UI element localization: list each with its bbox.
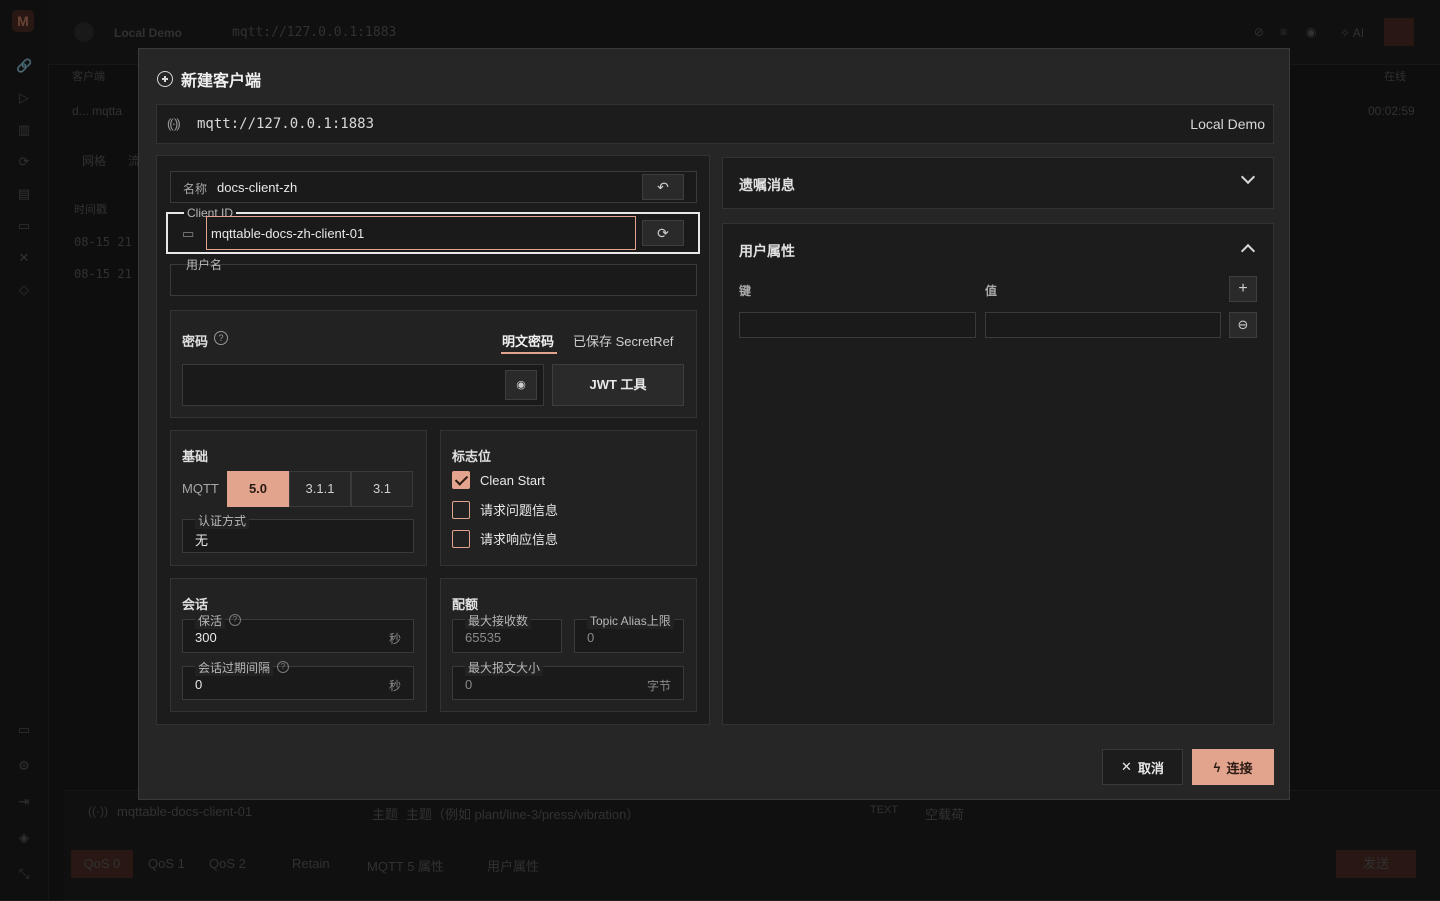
username-label: 用户名 xyxy=(186,258,223,272)
mqtt-version-31[interactable]: 3.1 xyxy=(351,471,413,507)
flags-section: 标志位 Clean Start 请求问题信息 请求响应信息 xyxy=(440,430,697,566)
help-icon[interactable]: ? xyxy=(214,331,228,345)
auth-select[interactable]: 认证方式 无 xyxy=(182,512,414,553)
mqtt-label: MQTT xyxy=(182,481,219,496)
user-properties-title: 用户属性 xyxy=(739,243,795,259)
refresh-icon: ⟳ xyxy=(657,225,669,241)
session-title: 会话 xyxy=(182,597,209,612)
devices-icon: ▭ xyxy=(182,226,195,241)
connection-url: mqtt://127.0.0.1:1883 xyxy=(197,116,375,132)
minus-circle-icon: ⊖ xyxy=(1237,317,1249,332)
clean-start-flag[interactable]: Clean Start xyxy=(452,471,545,489)
session-expiry-field[interactable]: 会话过期间隔 ? 0 秒 xyxy=(182,659,414,700)
auth-value[interactable]: 无 xyxy=(195,530,208,549)
session-expiry-unit: 秒 xyxy=(388,679,401,693)
regenerate-button[interactable]: ⟳ xyxy=(642,220,684,246)
topic-alias-label: Topic Alias上限 xyxy=(587,612,674,629)
add-property-button[interactable]: + xyxy=(1229,276,1257,302)
basics-section: 基础 MQTT 5.0 3.1.1 3.1 认证方式 无 xyxy=(170,430,427,566)
max-packet-value[interactable]: 0 xyxy=(465,677,472,692)
dialog-title: 新建客户端 xyxy=(181,73,262,90)
request-response-info-flag[interactable]: 请求响应信息 xyxy=(452,529,558,548)
max-packet-unit: 字节 xyxy=(646,679,671,693)
flag-label: 请求问题信息 xyxy=(480,503,559,518)
max-packet-label: 最大报文大小 xyxy=(465,659,544,676)
tab-saved-secret[interactable]: 已保存 SecretRef xyxy=(573,331,673,350)
keepalive-value[interactable]: 300 xyxy=(195,630,217,645)
value-column-label: 值 xyxy=(985,284,998,298)
will-message-title: 遗嘱消息 xyxy=(739,177,795,193)
flags-title: 标志位 xyxy=(452,449,492,464)
flag-label: Clean Start xyxy=(480,472,546,488)
connection-name: Local Demo xyxy=(1190,116,1265,132)
dialog-header: 新建客户端 xyxy=(157,67,261,91)
password-section: 密码 ? 明文密码 已保存 SecretRef ◉ JWT 工具 xyxy=(170,310,697,418)
plus-icon: + xyxy=(1238,280,1248,297)
close-icon: ✕ xyxy=(1121,759,1132,774)
session-expiry-value[interactable]: 0 xyxy=(195,677,202,692)
max-packet-field[interactable]: 最大报文大小 0 字节 xyxy=(452,659,684,700)
receive-max-field[interactable]: 最大接收数 65535 xyxy=(452,612,562,653)
broadcast-icon: ((·)) xyxy=(167,116,181,131)
client-id-field[interactable]: Client ID ▭ mqttable-docs-zh-client-01 ⟳ xyxy=(166,206,700,254)
flag-label: 请求响应信息 xyxy=(480,532,559,547)
jwt-tool-button[interactable]: JWT 工具 xyxy=(552,364,684,406)
checkbox[interactable] xyxy=(452,500,470,519)
chevron-up-icon[interactable] xyxy=(1240,243,1256,259)
topic-alias-field[interactable]: Topic Alias上限 0 xyxy=(574,612,684,653)
name-label: 名称 xyxy=(183,182,208,196)
show-password-button[interactable]: ◉ xyxy=(505,370,537,400)
request-problem-info-flag[interactable]: 请求问题信息 xyxy=(452,500,558,519)
client-id-value[interactable]: mqttable-docs-zh-client-01 xyxy=(211,226,364,241)
user-properties-section: 用户属性 键 值 + ⊖ xyxy=(722,223,1274,725)
mqtt-version-5[interactable]: 5.0 xyxy=(227,471,289,507)
quota-title: 配额 xyxy=(452,597,479,612)
receive-max-label: 最大接收数 xyxy=(465,612,532,629)
client-id-input[interactable]: mqttable-docs-zh-client-01 xyxy=(206,216,636,250)
remove-property-button[interactable]: ⊖ xyxy=(1229,312,1257,338)
will-message-section[interactable]: 遗嘱消息 xyxy=(722,157,1274,209)
keepalive-unit: 秒 xyxy=(388,632,401,646)
add-circle-icon xyxy=(157,71,173,87)
client-settings-panel: 名称 docs-client-zh ↶ Client ID ▭ mqttable… xyxy=(156,155,710,725)
property-key-input[interactable] xyxy=(739,312,976,338)
name-field[interactable]: 名称 docs-client-zh ↶ xyxy=(170,171,697,203)
username-field[interactable]: 用户名 xyxy=(170,258,697,296)
connect-label: 连接 xyxy=(1226,760,1253,776)
keepalive-field[interactable]: 保活 ? 300 秒 xyxy=(182,612,414,653)
new-client-dialog: 新建客户端 ((·)) mqtt://127.0.0.1:1883 Local … xyxy=(138,48,1290,800)
connection-bar: ((·)) mqtt://127.0.0.1:1883 Local Demo xyxy=(156,104,1274,144)
connect-button[interactable]: ϟ 连接 xyxy=(1192,749,1274,785)
mqtt-version-311[interactable]: 3.1.1 xyxy=(289,471,351,507)
tab-indicator xyxy=(501,352,557,354)
property-value-input[interactable] xyxy=(985,312,1221,338)
keepalive-label: 保活 xyxy=(195,612,226,629)
quota-section: 配额 最大接收数 65535 Topic Alias上限 0 最大报文大小 0 … xyxy=(440,578,697,712)
auth-label: 认证方式 xyxy=(195,512,250,529)
basics-title: 基础 xyxy=(182,449,209,464)
lightning-icon: ϟ xyxy=(1213,759,1221,775)
key-column-label: 键 xyxy=(739,284,752,298)
chevron-down-icon[interactable] xyxy=(1240,169,1256,185)
undo-button[interactable]: ↶ xyxy=(642,174,684,200)
tab-plain-password[interactable]: 明文密码 xyxy=(502,331,554,350)
session-section: 会话 保活 ? 300 秒 会话过期间隔 ? 0 秒 xyxy=(170,578,427,712)
topic-alias-value[interactable]: 0 xyxy=(587,630,594,645)
session-expiry-label: 会话过期间隔 xyxy=(195,659,274,676)
checkbox[interactable] xyxy=(452,529,470,548)
eye-icon: ◉ xyxy=(516,379,526,391)
undo-icon: ↶ xyxy=(657,179,669,195)
checkbox-checked[interactable] xyxy=(452,471,470,489)
password-input[interactable]: ◉ xyxy=(182,364,544,406)
cancel-button[interactable]: ✕ 取消 xyxy=(1102,749,1183,785)
receive-max-value[interactable]: 65535 xyxy=(465,630,501,645)
password-label: 密码 xyxy=(182,334,209,349)
help-icon[interactable]: ? xyxy=(229,614,241,626)
help-icon[interactable]: ? xyxy=(277,661,289,673)
name-value[interactable]: docs-client-zh xyxy=(217,180,297,195)
cancel-label: 取消 xyxy=(1137,760,1164,776)
